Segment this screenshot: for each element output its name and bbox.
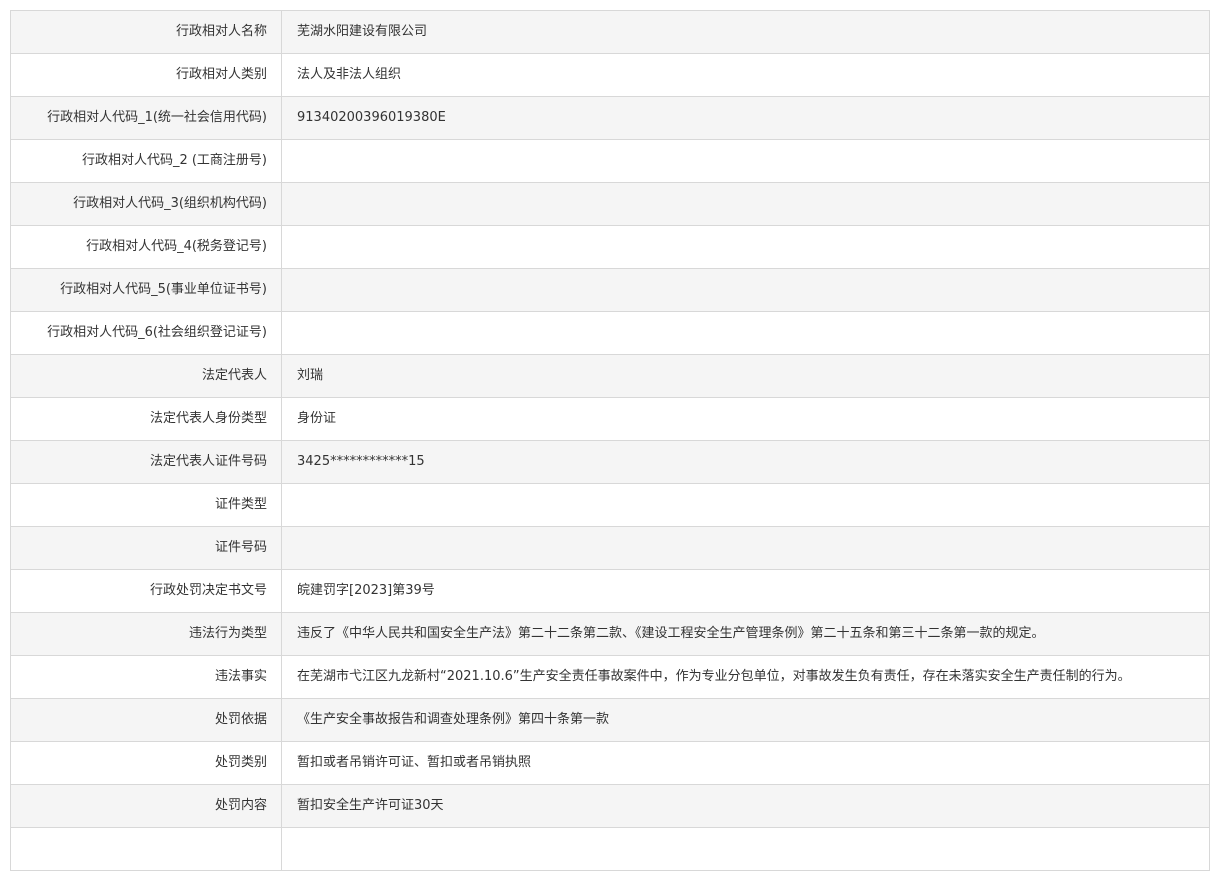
field-label: 法定代表人身份类型 — [11, 398, 282, 440]
field-value — [282, 269, 1210, 311]
field-label: 行政相对人名称 — [11, 11, 282, 53]
table-row-partial — [11, 828, 1210, 871]
field-label: 行政相对人代码_4(税务登记号) — [11, 226, 282, 268]
field-value: 3425************15 — [282, 441, 1210, 483]
field-value — [282, 183, 1210, 225]
field-value — [282, 527, 1210, 569]
field-label: 法定代表人 — [11, 355, 282, 397]
table-row-code-6: 行政相对人代码_6(社会组织登记证号) — [11, 312, 1210, 355]
field-label: 行政处罚决定书文号 — [11, 570, 282, 612]
field-label: 法定代表人证件号码 — [11, 441, 282, 483]
field-value — [282, 828, 1210, 870]
table-row-decision-number: 行政处罚决定书文号 皖建罚字[2023]第39号 — [11, 570, 1210, 613]
table-row-id-number: 证件号码 — [11, 527, 1210, 570]
table-row-code-3: 行政相对人代码_3(组织机构代码) — [11, 183, 1210, 226]
field-value — [282, 484, 1210, 526]
field-value: 身份证 — [282, 398, 1210, 440]
field-value: 刘瑞 — [282, 355, 1210, 397]
table-row-code-4: 行政相对人代码_4(税务登记号) — [11, 226, 1210, 269]
penalty-record-table: 行政相对人名称 芜湖水阳建设有限公司 行政相对人类别 法人及非法人组织 行政相对… — [10, 10, 1210, 871]
table-row-code-5: 行政相对人代码_5(事业单位证书号) — [11, 269, 1210, 312]
field-value: 芜湖水阳建设有限公司 — [282, 11, 1210, 53]
field-label: 行政相对人代码_6(社会组织登记证号) — [11, 312, 282, 354]
field-label: 证件号码 — [11, 527, 282, 569]
field-label: 证件类型 — [11, 484, 282, 526]
field-label: 行政相对人代码_5(事业单位证书号) — [11, 269, 282, 311]
table-row-code-2: 行政相对人代码_2 (工商注册号) — [11, 140, 1210, 183]
table-row-penalty-content: 处罚内容 暂扣安全生产许可证30天 — [11, 785, 1210, 828]
field-label: 行政相对人类别 — [11, 54, 282, 96]
field-value — [282, 140, 1210, 182]
field-label: 行政相对人代码_1(统一社会信用代码) — [11, 97, 282, 139]
table-row-penalty-basis: 处罚依据 《生产安全事故报告和调查处理条例》第四十条第一款 — [11, 699, 1210, 742]
field-value: 在芜湖市弋江区九龙新村“2021.10.6”生产安全责任事故案件中，作为专业分包… — [282, 656, 1210, 698]
field-label: 行政相对人代码_2 (工商注册号) — [11, 140, 282, 182]
table-row-legal-rep: 法定代表人 刘瑞 — [11, 355, 1210, 398]
field-value: 违反了《中华人民共和国安全生产法》第二十二条第二款、《建设工程安全生产管理条例》… — [282, 613, 1210, 655]
table-row-penalty-category: 处罚类别 暂扣或者吊销许可证、暂扣或者吊销执照 — [11, 742, 1210, 785]
table-row-name: 行政相对人名称 芜湖水阳建设有限公司 — [11, 11, 1210, 54]
table-row-legal-rep-id-number: 法定代表人证件号码 3425************15 — [11, 441, 1210, 484]
table-row-violation-facts: 违法事实 在芜湖市弋江区九龙新村“2021.10.6”生产安全责任事故案件中，作… — [11, 656, 1210, 699]
field-label: 违法行为类型 — [11, 613, 282, 655]
field-label: 处罚依据 — [11, 699, 282, 741]
field-label — [11, 828, 282, 870]
field-value: 91340200396019380E — [282, 97, 1210, 139]
table-row-violation-type: 违法行为类型 违反了《中华人民共和国安全生产法》第二十二条第二款、《建设工程安全… — [11, 613, 1210, 656]
field-value: 法人及非法人组织 — [282, 54, 1210, 96]
field-value — [282, 226, 1210, 268]
field-label: 违法事实 — [11, 656, 282, 698]
field-value: 暂扣或者吊销许可证、暂扣或者吊销执照 — [282, 742, 1210, 784]
field-value: 皖建罚字[2023]第39号 — [282, 570, 1210, 612]
table-row-category: 行政相对人类别 法人及非法人组织 — [11, 54, 1210, 97]
field-value: 《生产安全事故报告和调查处理条例》第四十条第一款 — [282, 699, 1210, 741]
field-label: 处罚内容 — [11, 785, 282, 827]
field-value — [282, 312, 1210, 354]
table-row-id-type: 证件类型 — [11, 484, 1210, 527]
field-label: 处罚类别 — [11, 742, 282, 784]
field-label: 行政相对人代码_3(组织机构代码) — [11, 183, 282, 225]
table-row-code-1: 行政相对人代码_1(统一社会信用代码) 91340200396019380E — [11, 97, 1210, 140]
field-value: 暂扣安全生产许可证30天 — [282, 785, 1210, 827]
table-row-legal-rep-id-type: 法定代表人身份类型 身份证 — [11, 398, 1210, 441]
